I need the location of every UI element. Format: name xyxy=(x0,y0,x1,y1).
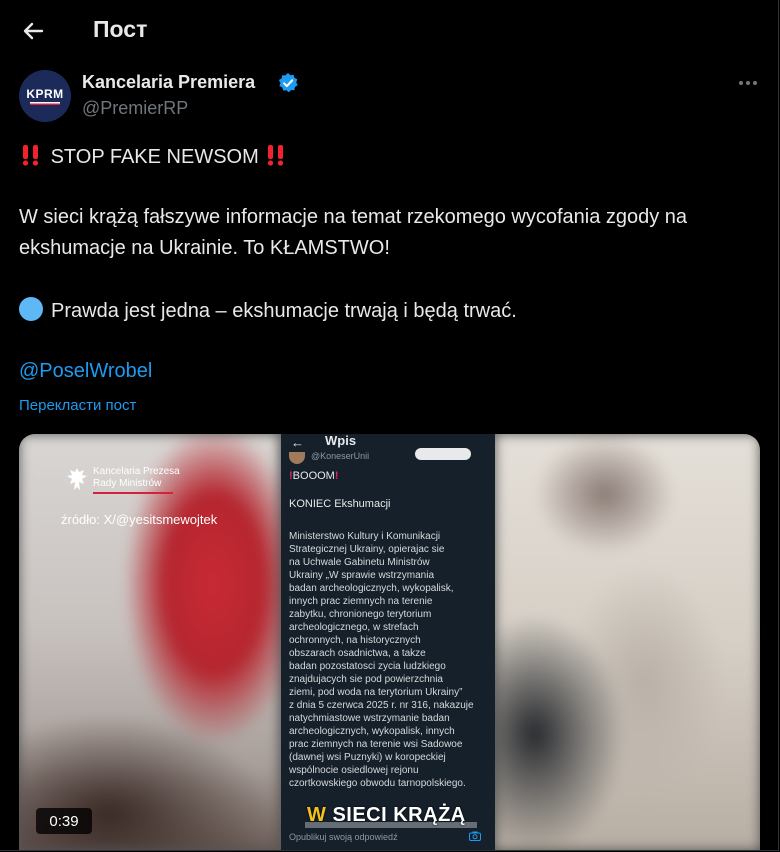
back-arrow-icon xyxy=(23,22,44,40)
translate-post-link[interactable]: Перекласти пост xyxy=(19,397,136,414)
double-exclamation-icon xyxy=(268,145,284,166)
embedded-title: Wpis xyxy=(325,434,357,448)
logo-text-line1: Kancelaria Prezesa xyxy=(93,466,180,477)
post-line-truth: Prawda jest jedna – ekshumacje trwają i … xyxy=(19,296,517,327)
more-options-button[interactable] xyxy=(734,70,762,96)
eagle-emblem-icon xyxy=(67,468,87,490)
post-line-stop-fake: STOP FAKE NEWSOM xyxy=(19,142,290,173)
logo-red-rule xyxy=(93,492,173,494)
source-credit: źródło: X/@yesitsmewojtek xyxy=(61,512,218,527)
video-background-left xyxy=(19,434,279,850)
avatar-label: KPRM xyxy=(26,86,64,101)
video-player[interactable]: Kancelaria Prezesa Rady Ministrów źródło… xyxy=(19,434,760,850)
camera-icon xyxy=(469,831,481,841)
author-name[interactable]: Kancelaria Premiera xyxy=(82,72,255,93)
video-duration-badge: 0:39 xyxy=(36,808,92,834)
embedded-booom: !BOOOM! xyxy=(289,470,339,482)
video-caption-w: W xyxy=(307,804,327,826)
embedded-body-text: Ministerstwo Kultury i Komunikacji Strat… xyxy=(289,531,474,789)
avatar-flag-stripe xyxy=(30,101,60,105)
back-button[interactable] xyxy=(16,14,50,48)
embedded-back-arrow-icon: ← xyxy=(291,435,304,450)
post-line-stop-fake-text: STOP FAKE NEWSOM xyxy=(50,146,259,168)
embedded-heading: KONIEC Ekshumacji xyxy=(289,498,391,510)
avatar[interactable]: KPRM xyxy=(19,70,71,122)
embedded-booom-text: BOOOM xyxy=(292,470,335,482)
embedded-avatar xyxy=(289,452,305,464)
page-title: Пост xyxy=(93,16,148,42)
blue-circle-icon xyxy=(19,297,43,321)
verified-badge-icon[interactable] xyxy=(277,72,299,94)
embedded-follow-pill xyxy=(415,448,471,460)
logo-text-line2: Rady Ministrów xyxy=(93,478,162,489)
video-caption-rest: SIECI KRĄŻĄ xyxy=(326,804,466,826)
embedded-post-screenshot: ← Wpis @KoneserUnii !BOOOM! KONIEC Ekshu… xyxy=(281,434,495,850)
embedded-handle: @KoneserUnii xyxy=(311,451,370,461)
page-header: Пост xyxy=(0,0,778,62)
double-exclamation-icon xyxy=(22,145,39,166)
post-line-truth-text: Prawda jest jedna – ekshumacje trwają i … xyxy=(51,300,517,322)
video-background-right xyxy=(495,434,760,850)
author-handle[interactable]: @PremierRP xyxy=(82,98,188,119)
mention-link[interactable]: @PoselWrobel xyxy=(19,360,152,383)
red-exclamation-icon: ! xyxy=(334,470,339,482)
embedded-reply-prompt: Opublikuj swoją odpowiedź xyxy=(289,832,398,842)
post-paragraph-fake-info: W sieci krążą fałszywe informacje na tem… xyxy=(19,206,688,259)
more-options-icon xyxy=(739,81,757,85)
video-caption: W SIECI KRĄŻĄ xyxy=(307,804,466,827)
post-page: Пост KPRM Kancelaria Premiera @PremierRP… xyxy=(0,0,779,851)
